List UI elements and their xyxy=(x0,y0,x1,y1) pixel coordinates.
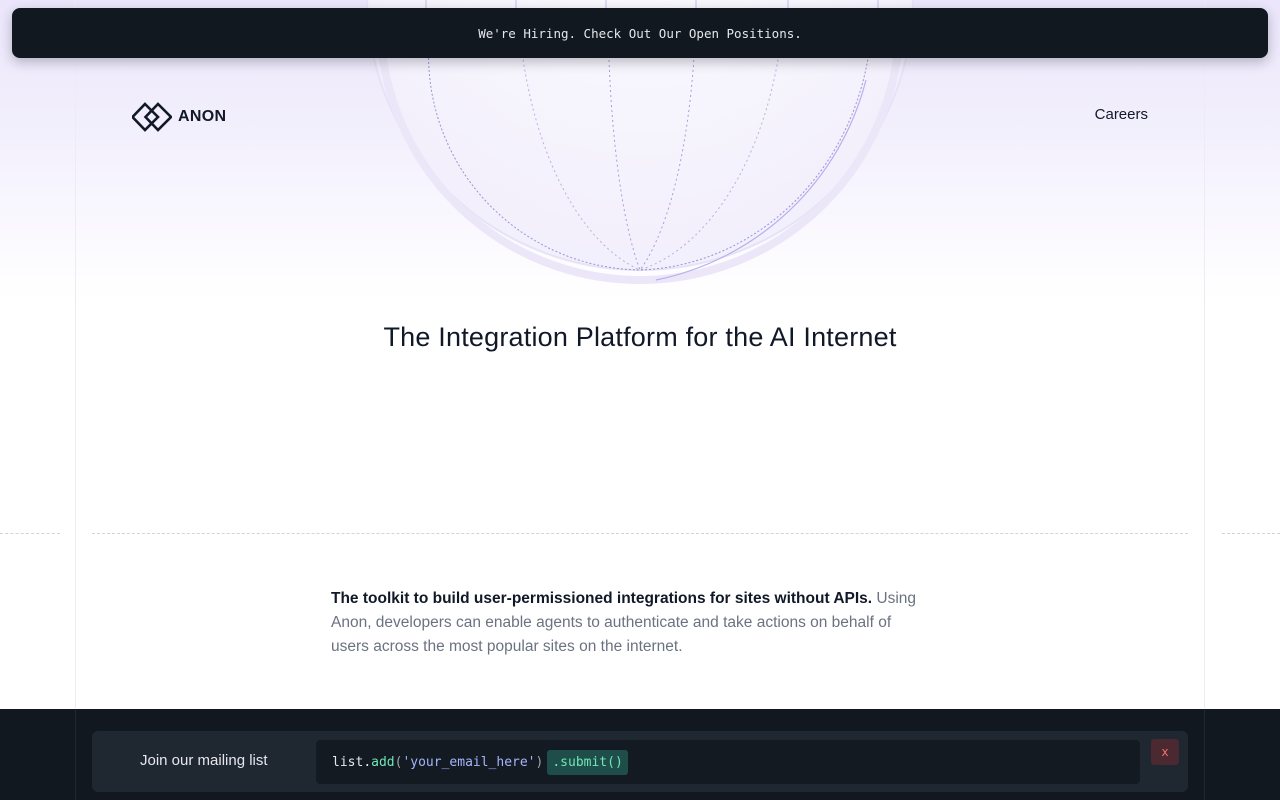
email-placeholder[interactable]: 'your_email_here' xyxy=(402,755,535,770)
code-paren-open: ( xyxy=(394,754,403,770)
submit-button[interactable]: .submit() xyxy=(547,749,628,775)
anon-logo[interactable]: ANON xyxy=(132,102,226,132)
description-lead: The toolkit to build user-permissioned i… xyxy=(331,590,873,607)
product-description: The toolkit to build user-permissioned i… xyxy=(331,587,921,659)
logo-text: ANON xyxy=(178,108,227,125)
section-divider-right xyxy=(1222,533,1280,534)
frame-line-left xyxy=(75,0,76,710)
close-button[interactable]: x xyxy=(1151,739,1179,765)
section-divider-left xyxy=(0,533,60,534)
frame-line-right xyxy=(1204,0,1205,710)
section-divider xyxy=(92,533,1188,534)
mailing-list-bar: Join our mailing list list . add ( 'your… xyxy=(0,709,1280,800)
mailing-list-panel: Join our mailing list list . add ( 'your… xyxy=(92,731,1188,792)
code-paren-close: ) xyxy=(535,754,544,770)
code-dot: . xyxy=(363,754,372,770)
footer-frame-line-left xyxy=(75,709,76,800)
code-object: list xyxy=(332,754,364,770)
email-code-input[interactable]: list . add ( 'your_email_here' ) .submit… xyxy=(316,740,1140,784)
code-method: add xyxy=(371,754,395,770)
anon-logo-icon xyxy=(132,102,172,132)
footer-frame-line-right xyxy=(1204,709,1205,800)
hero-title: The Integration Platform for the AI Inte… xyxy=(383,322,897,352)
hiring-banner-text: We're Hiring. Check Out Our Open Positio… xyxy=(478,25,802,41)
nav-link-careers[interactable]: Careers xyxy=(1095,106,1148,123)
hiring-banner[interactable]: We're Hiring. Check Out Our Open Positio… xyxy=(12,8,1268,58)
mailing-list-label: Join our mailing list xyxy=(140,752,268,769)
